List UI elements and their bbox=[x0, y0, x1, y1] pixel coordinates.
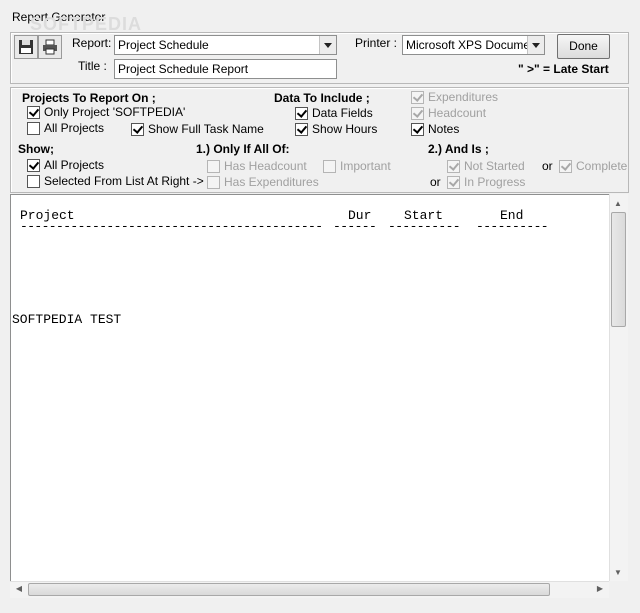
print-button[interactable] bbox=[38, 35, 62, 59]
scrollbar-corner bbox=[609, 581, 627, 597]
start-underline: ---------- bbox=[388, 219, 461, 234]
not-started-checkbox: Not Started bbox=[447, 159, 527, 175]
title-input-value: Project Schedule Report bbox=[118, 62, 249, 76]
scroll-right-icon[interactable]: ▶ bbox=[592, 581, 608, 597]
printer-select-value: Microsoft XPS Document bbox=[406, 38, 541, 52]
title-bar: Report Generator SOFTPEDIA bbox=[0, 0, 640, 34]
printer-select[interactable]: Microsoft XPS Document bbox=[402, 35, 545, 55]
scroll-down-icon[interactable]: ▼ bbox=[610, 565, 626, 581]
notes-checkbox[interactable]: Notes bbox=[411, 122, 471, 138]
title-input[interactable]: Project Schedule Report bbox=[114, 59, 337, 79]
show-header: Show; bbox=[18, 142, 54, 156]
printer-icon bbox=[43, 39, 57, 55]
projects-header: Projects To Report On ; bbox=[22, 91, 156, 105]
end-underline: ---------- bbox=[476, 219, 549, 234]
title-label: Title : bbox=[78, 59, 107, 73]
show-all-projects-checkbox[interactable]: All Projects bbox=[27, 158, 117, 174]
report-output-area[interactable]: Project Dur Start End ------------------… bbox=[10, 194, 627, 597]
show-full-task-name-checkbox[interactable]: Show Full Task Name bbox=[131, 122, 264, 138]
show-hours-checkbox[interactable]: Show Hours bbox=[295, 122, 377, 138]
done-button[interactable]: Done bbox=[557, 34, 610, 59]
printer-label: Printer : bbox=[355, 36, 398, 50]
chevron-down-icon[interactable] bbox=[319, 36, 336, 54]
has-expenditures-checkbox: Has Expenditures bbox=[207, 175, 319, 191]
headcount-checkbox: Headcount bbox=[411, 106, 501, 122]
chevron-down-icon[interactable] bbox=[527, 36, 544, 54]
data-include-header: Data To Include ; bbox=[274, 91, 370, 105]
has-headcount-checkbox: Has Headcount bbox=[207, 159, 307, 175]
dur-underline: ------ bbox=[333, 219, 377, 234]
vertical-scroll-thumb[interactable] bbox=[611, 212, 626, 327]
in-progress-checkbox: In Progress bbox=[447, 175, 527, 191]
or-label: or bbox=[430, 175, 441, 189]
floppy-disk-icon bbox=[19, 40, 33, 54]
data-fields-checkbox[interactable]: Data Fields bbox=[295, 106, 375, 122]
scroll-left-icon[interactable]: ◀ bbox=[11, 581, 27, 597]
report-select-value: Project Schedule bbox=[118, 38, 209, 52]
scroll-up-icon[interactable]: ▲ bbox=[610, 196, 626, 212]
selected-from-list-checkbox[interactable]: Selected From List At Right -> bbox=[27, 174, 204, 190]
late-start-legend: " >" = Late Start bbox=[518, 62, 609, 76]
horizontal-scroll-thumb[interactable] bbox=[28, 583, 550, 596]
save-button[interactable] bbox=[14, 35, 38, 59]
project-underline: ----------------------------------------… bbox=[20, 219, 323, 234]
report-label: Report: bbox=[72, 36, 112, 50]
only-project-checkbox[interactable]: Only Project 'SOFTPEDIA' bbox=[27, 105, 185, 121]
complete-checkbox: Complete bbox=[559, 159, 627, 175]
only-if-header: 1.) Only If All Of: bbox=[196, 142, 290, 156]
important-checkbox: Important bbox=[323, 159, 393, 175]
expenditures-checkbox: Expenditures bbox=[411, 90, 501, 106]
report-select[interactable]: Project Schedule bbox=[114, 35, 337, 55]
or-label: or bbox=[542, 159, 553, 173]
all-projects-report-checkbox[interactable]: All Projects bbox=[27, 121, 117, 137]
and-is-header: 2.) And Is ; bbox=[428, 142, 489, 156]
report-row: SOFTPEDIA TEST bbox=[12, 312, 122, 327]
